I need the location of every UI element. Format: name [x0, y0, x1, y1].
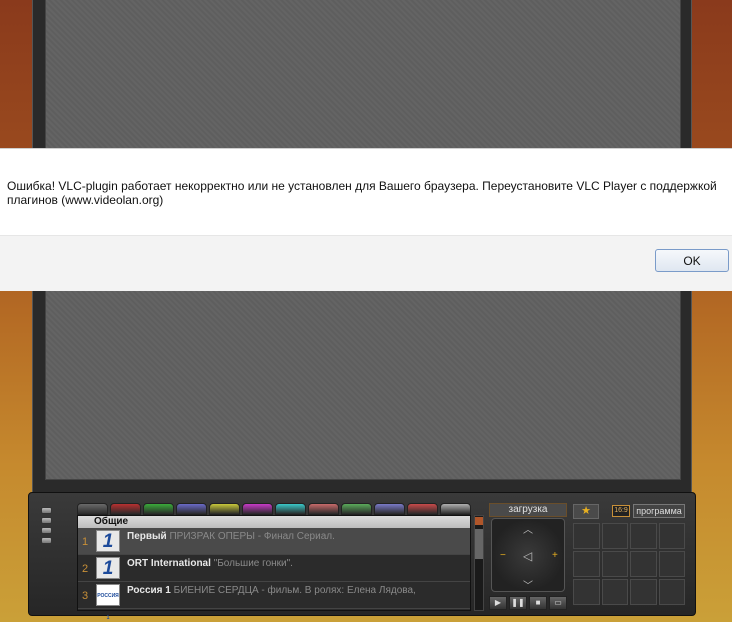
video-screen-top [45, 0, 681, 148]
category-tab-6[interactable] [242, 503, 273, 515]
category-tab-11[interactable] [407, 503, 438, 515]
preset-cell[interactable] [573, 551, 600, 577]
group-header: Общие [78, 516, 470, 528]
category-tab-12[interactable] [440, 503, 471, 515]
preset-cell[interactable] [658, 551, 685, 577]
preset-cell[interactable] [601, 523, 628, 549]
preset-cell[interactable] [573, 523, 600, 549]
alert-message: Ошибка! VLC-plugin работает некорректно … [7, 179, 717, 207]
preset-cell[interactable] [630, 551, 657, 577]
preset-cell[interactable] [630, 523, 657, 549]
control-panel: Общие 1 1 Первый ПРИЗРАК ОПЕРЫ - Финал С… [28, 492, 696, 621]
play-icon[interactable]: ▶ [489, 596, 507, 610]
aspect-ratio-button[interactable]: 16:9 [612, 505, 630, 517]
channel-program: БИЕНИЕ СЕРДЦА - фильм. В ролях: Елена Ля… [173, 585, 416, 596]
category-tab-10[interactable] [374, 503, 405, 515]
channel-logo-icon: 1 [96, 557, 120, 579]
channel-program: ПРИЗРАК ОПЕРЫ - Финал Сериал. [169, 531, 335, 542]
preset-cell[interactable] [601, 579, 628, 605]
preset-cell[interactable] [630, 579, 657, 605]
alert-dialog: Ошибка! VLC-plugin работает некорректно … [0, 148, 732, 291]
side-buttons [41, 507, 53, 547]
channel-name: ORT International [127, 558, 211, 569]
preset-grid [573, 523, 685, 605]
alert-footer: OK [0, 235, 732, 291]
scroll-up-icon[interactable] [475, 517, 483, 525]
chevron-down-icon[interactable]: ﹀ [523, 577, 533, 592]
side-button-2[interactable] [41, 517, 52, 524]
side-button-3[interactable] [41, 527, 52, 534]
preset-cell[interactable] [658, 579, 685, 605]
channel-row[interactable]: 3 РОССИЯ 1 Россия 1 БИЕНИЕ СЕРДЦА - филь… [78, 582, 470, 621]
category-tab-3[interactable] [143, 503, 174, 515]
preset-cell[interactable] [601, 551, 628, 577]
category-tab-1[interactable] [77, 503, 108, 515]
mute-icon[interactable]: ◁ [523, 549, 532, 563]
channel-logo-icon: РОССИЯ 1 [96, 584, 120, 621]
side-button-4[interactable] [41, 537, 52, 544]
category-tab-5[interactable] [209, 503, 240, 515]
volume-down-icon[interactable]: − [500, 550, 506, 561]
channel-scrollbar[interactable] [474, 515, 484, 611]
stop-icon[interactable]: ■ [529, 596, 547, 610]
category-tab-4[interactable] [176, 503, 207, 515]
category-tab-9[interactable] [341, 503, 372, 515]
category-tabs [77, 503, 471, 515]
category-tab-8[interactable] [308, 503, 339, 515]
program-button[interactable]: программа [633, 504, 685, 518]
channel-number: 2 [82, 563, 89, 575]
chevron-up-icon[interactable]: ︿ [523, 521, 533, 536]
channel-number: 3 [82, 590, 89, 602]
volume-dpad: ︿ ﹀ − + ◁ [491, 518, 565, 592]
fullscreen-icon[interactable]: ▭ [549, 596, 567, 610]
channel-list: Общие 1 1 Первый ПРИЗРАК ОПЕРЫ - Финал С… [77, 515, 471, 621]
transport-controls: ▶ ❚❚ ■ ▭ [489, 596, 567, 610]
scroll-thumb[interactable] [475, 529, 483, 559]
volume-up-icon[interactable]: + [552, 550, 558, 561]
pause-icon[interactable]: ❚❚ [509, 596, 527, 610]
channel-row[interactable]: 2 1 ORT International "Большие гонки". [78, 555, 470, 582]
preset-cell[interactable] [658, 523, 685, 549]
category-tab-2[interactable] [110, 503, 141, 515]
favorite-star-icon[interactable]: ★ [573, 504, 599, 519]
channel-number: 1 [82, 536, 89, 548]
side-button-1[interactable] [41, 507, 52, 514]
channel-program: "Большие гонки". [213, 558, 293, 569]
preset-cell[interactable] [573, 579, 600, 605]
ok-button[interactable]: OK [655, 249, 729, 272]
channel-row[interactable]: 1 1 Первый ПРИЗРАК ОПЕРЫ - Финал Сериал. [78, 528, 470, 555]
channel-logo-icon: 1 [96, 530, 120, 552]
loading-label: загрузка [489, 503, 567, 517]
channel-name: Первый [127, 531, 167, 542]
video-screen-bottom [45, 290, 681, 480]
channel-name: Россия 1 [127, 585, 171, 596]
category-tab-7[interactable] [275, 503, 306, 515]
